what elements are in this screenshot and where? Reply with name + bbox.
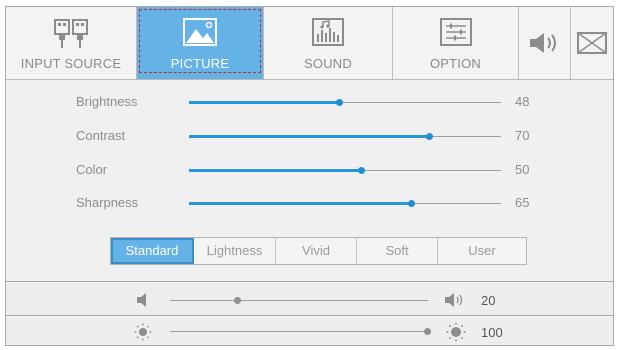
contrast-slider-handle[interactable] [426, 133, 434, 140]
contrast-row: Contrast 70 [6, 127, 613, 147]
tab-sound[interactable]: SOUND [264, 7, 393, 79]
brightness-slider-handle[interactable] [335, 99, 343, 106]
picture-icon [180, 17, 220, 54]
color-label: Color [76, 162, 108, 177]
sharpness-value: 65 [515, 195, 530, 210]
backlight-value: 100 [481, 325, 503, 340]
brightness-fill [189, 101, 339, 104]
brightness-value: 48 [515, 94, 530, 109]
contrast-slider[interactable] [189, 133, 501, 140]
sharpness-slider[interactable] [189, 200, 501, 207]
tab-mail[interactable] [571, 7, 613, 79]
mode-standard[interactable]: Standard [111, 238, 194, 264]
volume-icon [528, 29, 562, 62]
contrast-fill [189, 135, 430, 138]
color-slider[interactable] [189, 167, 501, 174]
color-row: Color 50 [6, 161, 613, 181]
volume-bar: 20 [6, 285, 613, 316]
tab-label: PICTURE [170, 56, 230, 71]
tab-label: OPTION [429, 56, 482, 71]
tab-label: INPUT SOURCE [20, 56, 122, 71]
osd-menu: INPUT SOURCE PICTURE SOUND OPTION Bright… [5, 6, 614, 346]
input-source-icon [53, 17, 89, 54]
sharpness-fill [189, 202, 411, 205]
color-fill [189, 169, 361, 172]
brightness-high-icon [446, 322, 466, 347]
picture-settings-panel: Brightness 48 Contrast 70 Color 50 Sharp… [6, 80, 613, 282]
tab-option[interactable]: OPTION [393, 7, 519, 79]
backlight-bar: 100 [6, 319, 613, 345]
tab-input-source[interactable]: INPUT SOURCE [6, 7, 137, 79]
brightness-label: Brightness [76, 94, 138, 109]
sharpness-slider-handle[interactable] [407, 200, 415, 207]
mode-lightness[interactable]: Lightness [194, 238, 276, 264]
contrast-label: Contrast [76, 128, 126, 143]
tab-volume[interactable] [519, 7, 571, 79]
brightness-slider[interactable] [189, 99, 501, 106]
backlight-slider-handle[interactable] [424, 328, 431, 335]
picture-mode-selector: Standard Lightness Vivid Soft User [110, 237, 527, 265]
color-value: 50 [515, 162, 530, 177]
speaker-low-icon [136, 293, 150, 312]
brightness-low-icon [134, 323, 152, 346]
volume-slider-handle[interactable] [234, 297, 241, 304]
mode-user[interactable]: User [438, 238, 526, 264]
volume-value: 20 [481, 293, 496, 308]
backlight-slider[interactable] [170, 328, 431, 335]
tab-bar: INPUT SOURCE PICTURE SOUND OPTION [6, 7, 613, 80]
contrast-value: 70 [515, 128, 530, 143]
color-slider-handle[interactable] [357, 167, 365, 174]
volume-slider[interactable] [170, 297, 428, 304]
tab-picture[interactable]: PICTURE [137, 7, 264, 79]
sharpness-label: Sharpness [76, 195, 139, 210]
brightness-row: Brightness 48 [6, 93, 613, 113]
sound-icon [310, 17, 346, 54]
mode-soft[interactable]: Soft [357, 238, 438, 264]
speaker-high-icon [444, 293, 466, 312]
tab-label: SOUND [304, 56, 352, 71]
mode-vivid[interactable]: Vivid [276, 238, 357, 264]
mail-icon [576, 31, 608, 60]
option-icon [438, 17, 474, 54]
sharpness-row: Sharpness 65 [6, 194, 613, 214]
